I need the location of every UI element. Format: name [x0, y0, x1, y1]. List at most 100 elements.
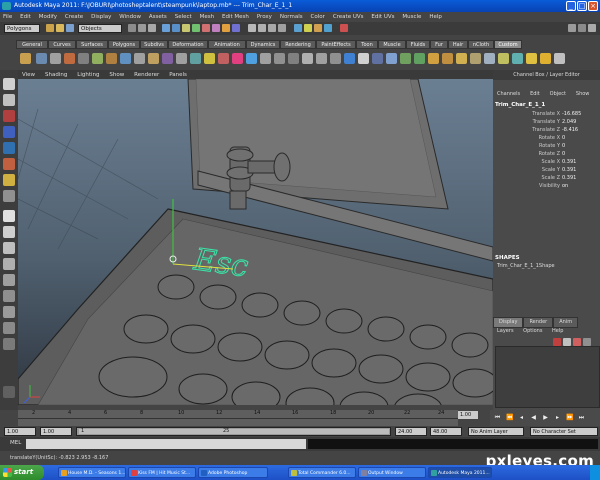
shelf-tool-18-icon[interactable] — [274, 53, 285, 64]
current-frame-field[interactable]: 1.00 — [458, 411, 478, 419]
layer-sort-icon[interactable] — [583, 338, 591, 346]
select-by-dynamics-icon[interactable] — [212, 24, 220, 32]
persp-outliner-layout-icon[interactable] — [3, 242, 15, 254]
shelf-tool-6-icon[interactable] — [106, 53, 117, 64]
show-tool-settings-icon[interactable] — [578, 24, 586, 32]
shape-node-name[interactable]: Trim_Char_E_1_1Shape — [497, 263, 555, 269]
shelf-tool-12-icon[interactable] — [190, 53, 201, 64]
select-tool-icon[interactable] — [3, 78, 15, 90]
shelf-tool-17-icon[interactable] — [260, 53, 271, 64]
show-channel-box-icon[interactable] — [588, 24, 596, 32]
shelf-tool-16-icon[interactable] — [246, 53, 257, 64]
character-set-selector[interactable]: No Character Set — [530, 427, 598, 436]
selection-mask-selector[interactable]: Objects — [78, 24, 122, 33]
viewport-menu-shading[interactable]: Shading — [41, 72, 71, 78]
shelf-tool-7-icon[interactable] — [120, 53, 131, 64]
layer-options-icon[interactable] — [573, 338, 581, 346]
close-button[interactable]: × — [588, 1, 598, 11]
attr-row[interactable]: Translate X -16.685 — [493, 111, 600, 118]
go-to-end-icon[interactable]: ⏭ — [578, 414, 585, 421]
maximize-button[interactable]: □ — [577, 1, 587, 11]
channel-menu-edit[interactable]: Edit — [526, 91, 544, 97]
step-back-key-icon[interactable]: ⏪ — [506, 414, 513, 421]
last-tool-icon[interactable] — [3, 190, 15, 202]
menu-window[interactable]: Window — [116, 14, 144, 20]
select-by-joint-icon[interactable] — [172, 24, 180, 32]
shelf-tab-surfaces[interactable]: Surfaces — [76, 40, 108, 49]
attr-row[interactable]: Rotate Y0 — [493, 143, 600, 150]
channel-menu-show[interactable]: Show — [572, 91, 594, 97]
shelf-tool-1-icon[interactable] — [36, 53, 47, 64]
animation-start-field[interactable]: 1.00 — [4, 427, 36, 436]
attr-row[interactable]: Scale X 0.391 — [493, 159, 600, 166]
menu-edit-mesh[interactable]: Edit Mesh — [219, 14, 252, 20]
step-forward-key-icon[interactable]: ⏩ — [566, 414, 573, 421]
shelf-menu-icon[interactable] — [20, 53, 31, 64]
shelf-tool-20-icon[interactable] — [302, 53, 313, 64]
scale-tool-icon[interactable] — [3, 158, 15, 170]
shelf-tab-painteffects[interactable]: PaintEffects — [316, 40, 356, 49]
menu-muscle[interactable]: Muscle — [399, 14, 424, 20]
new-layer-icon[interactable] — [553, 338, 561, 346]
shelf-tab-curves[interactable]: Curves — [48, 40, 76, 49]
select-by-render-icon[interactable] — [222, 24, 230, 32]
step-back-icon[interactable]: ◂ — [518, 414, 525, 421]
shelf-tab-general[interactable]: General — [16, 40, 48, 49]
viewport-menu-panels[interactable]: Panels — [165, 72, 191, 78]
shelf-tool-23-icon[interactable] — [344, 53, 355, 64]
taskbar-item[interactable]: Output Window — [358, 467, 426, 478]
select-by-curve-icon[interactable] — [182, 24, 190, 32]
shelf-tool-10-icon[interactable] — [162, 53, 173, 64]
snap-point-icon[interactable] — [268, 24, 276, 32]
menu-mesh[interactable]: Mesh — [197, 14, 217, 20]
input-line-icon[interactable] — [340, 24, 348, 32]
channel-menu-object[interactable]: Object — [546, 91, 570, 97]
select-by-surface-icon[interactable] — [192, 24, 200, 32]
command-language-toggle[interactable]: MEL — [10, 440, 21, 446]
hypershade-layout-icon[interactable] — [3, 274, 15, 286]
snap-view-plane-icon[interactable] — [278, 24, 286, 32]
viewport-menu-show[interactable]: Show — [105, 72, 128, 78]
shelf-tool-4-icon[interactable] — [78, 53, 89, 64]
object-mode-icon[interactable] — [138, 24, 146, 32]
new-scene-icon[interactable] — [46, 24, 54, 32]
move-tool-icon[interactable] — [3, 126, 15, 138]
layer-menu-help[interactable]: Help — [548, 328, 567, 334]
shelf-tool-29-icon[interactable] — [428, 53, 439, 64]
playback-end-field[interactable]: 24.00 — [395, 427, 427, 436]
menu-color[interactable]: Color — [308, 14, 328, 20]
custom-layout-icon[interactable] — [3, 306, 15, 318]
system-tray[interactable] — [590, 465, 600, 480]
history-icon[interactable] — [294, 24, 302, 32]
menu-edit[interactable]: Edit — [17, 14, 34, 20]
select-by-deformation-icon[interactable] — [202, 24, 210, 32]
menu-display[interactable]: Display — [88, 14, 114, 20]
hierarchy-mode-icon[interactable] — [128, 24, 136, 32]
shelf-tool-11-icon[interactable] — [176, 53, 187, 64]
shelf-tool-27-icon[interactable] — [400, 53, 411, 64]
viewport-menu-lighting[interactable]: Lighting — [73, 72, 103, 78]
shelf-tab-deformation[interactable]: Deformation — [168, 40, 208, 49]
shelf-tool-38-icon[interactable] — [554, 53, 565, 64]
shelf-tab-animation[interactable]: Animation — [208, 40, 246, 49]
four-view-layout-icon[interactable] — [3, 226, 15, 238]
menu-proxy[interactable]: Proxy — [254, 14, 275, 20]
shelf-tool-14-icon[interactable] — [218, 53, 229, 64]
channel-menu-channels[interactable]: Channels — [493, 91, 524, 97]
time-slider[interactable]: 2 4 6 8 10 12 14 16 18 20 22 24 — [18, 410, 458, 426]
new-layer-selected-icon[interactable] — [563, 338, 571, 346]
menu-help[interactable]: Help — [426, 14, 445, 20]
playback-start-field[interactable]: 1.00 — [40, 427, 72, 436]
step-forward-icon[interactable]: ▸ — [554, 414, 561, 421]
shelf-tool-9-icon[interactable] — [148, 53, 159, 64]
open-scene-icon[interactable] — [56, 24, 64, 32]
shelf-tab-rendering[interactable]: Rendering — [280, 40, 316, 49]
shelf-tool-2-icon[interactable] — [50, 53, 61, 64]
snap-curve-icon[interactable] — [258, 24, 266, 32]
minimize-button[interactable]: _ — [566, 1, 576, 11]
menu-create-uvs[interactable]: Create UVs — [330, 14, 367, 20]
taskbar-item[interactable]: Adobe Photoshop — [198, 467, 268, 478]
component-mode-icon[interactable] — [148, 24, 156, 32]
attr-row[interactable]: Translate Z -8.416 — [493, 127, 600, 134]
range-slider-thumb[interactable] — [79, 429, 389, 434]
